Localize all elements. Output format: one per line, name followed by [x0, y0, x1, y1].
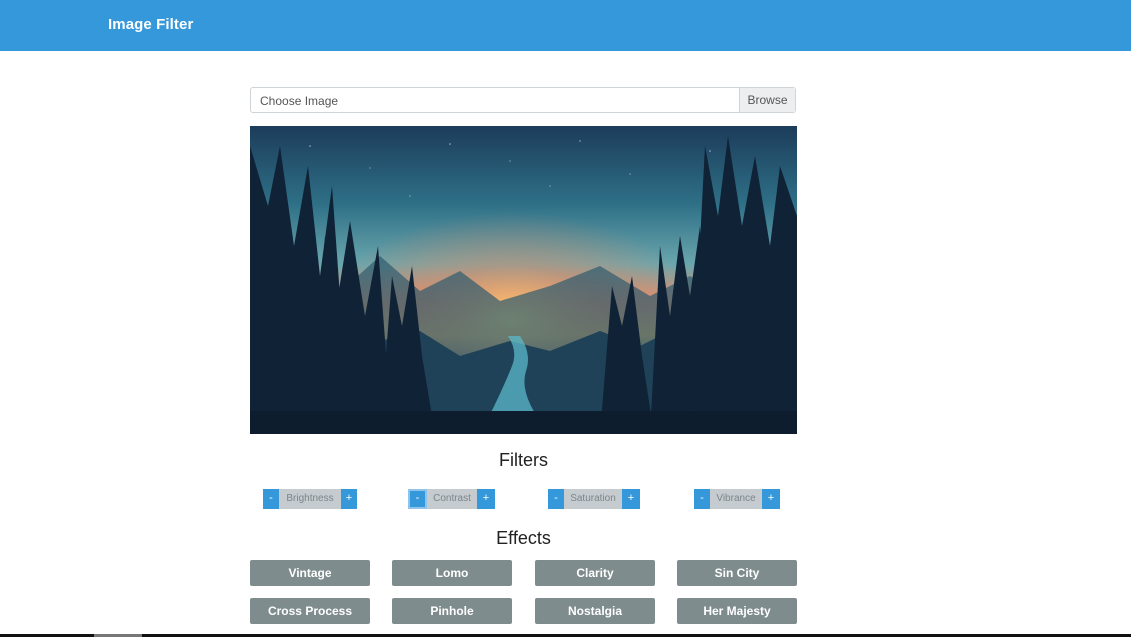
- brightness-decrease-button[interactable]: -: [263, 489, 279, 509]
- filter-brightness: - Brightness +: [263, 489, 357, 509]
- effect-vintage-button[interactable]: Vintage: [250, 560, 370, 586]
- preview-image: [250, 126, 797, 434]
- effect-pinhole-button[interactable]: Pinhole: [392, 598, 512, 624]
- app-title[interactable]: Image Filter: [108, 16, 193, 33]
- effect-cross-process-button[interactable]: Cross Process: [250, 598, 370, 624]
- effect-sin-city-button[interactable]: Sin City: [677, 560, 797, 586]
- saturation-increase-button[interactable]: +: [622, 489, 640, 509]
- effects-heading: Effects: [496, 528, 551, 548]
- effect-her-majesty-button[interactable]: Her Majesty: [677, 598, 797, 624]
- filter-contrast: - Contrast +: [408, 489, 495, 509]
- top-navbar: Image Filter: [0, 0, 1131, 51]
- filters-heading: Filters: [499, 450, 548, 470]
- image-file-input[interactable]: Choose Image Browse: [250, 87, 796, 113]
- brightness-label: Brightness: [279, 489, 341, 509]
- effect-lomo-button[interactable]: Lomo: [392, 560, 512, 586]
- contrast-increase-button[interactable]: +: [477, 489, 495, 509]
- landscape-image: [250, 126, 797, 434]
- vibrance-decrease-button[interactable]: -: [694, 489, 710, 509]
- effect-clarity-button[interactable]: Clarity: [535, 560, 655, 586]
- file-input-label: Choose Image: [260, 94, 339, 108]
- effect-nostalgia-button[interactable]: Nostalgia: [535, 598, 655, 624]
- filter-saturation: - Saturation +: [548, 489, 640, 509]
- saturation-label: Saturation: [564, 489, 622, 509]
- effects-grid: Vintage Lomo Clarity Sin City Cross Proc…: [250, 560, 797, 626]
- filter-vibrance: - Vibrance +: [694, 489, 780, 509]
- contrast-label: Contrast: [427, 489, 477, 509]
- vibrance-label: Vibrance: [710, 489, 762, 509]
- brightness-increase-button[interactable]: +: [341, 489, 357, 509]
- vibrance-increase-button[interactable]: +: [762, 489, 780, 509]
- saturation-decrease-button[interactable]: -: [548, 489, 564, 509]
- browse-button[interactable]: Browse: [739, 88, 795, 112]
- contrast-decrease-button[interactable]: -: [408, 489, 427, 509]
